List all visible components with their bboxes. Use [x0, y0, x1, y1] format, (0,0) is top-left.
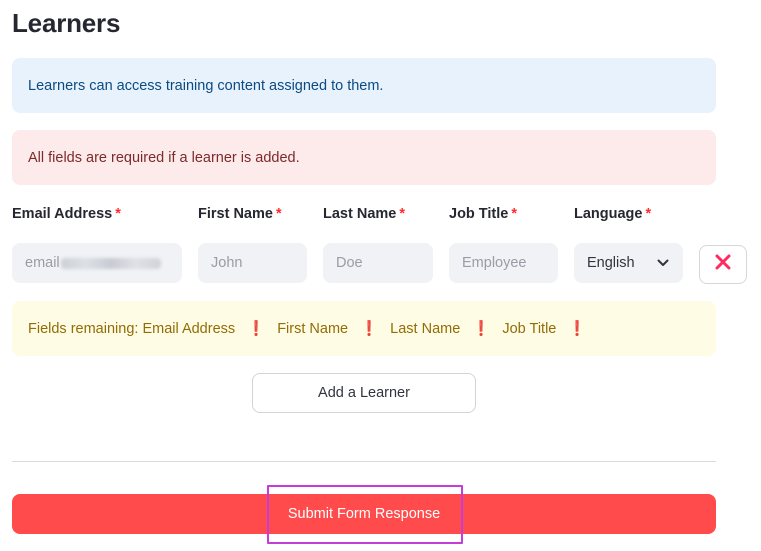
- remaining-field: First Name ❗: [277, 320, 379, 338]
- error-alert: All fields are required if a learner is …: [12, 130, 716, 185]
- first-name-field[interactable]: [198, 243, 307, 283]
- required-marker: *: [399, 206, 405, 222]
- email-column-label: Email Address *: [12, 206, 121, 222]
- exclamation-icon: ❗: [472, 321, 491, 337]
- remaining-field: Job Title ❗: [502, 320, 587, 338]
- first-name-column-label: First Name *: [198, 206, 282, 222]
- exclamation-icon: ❗: [247, 321, 266, 337]
- required-marker: *: [115, 206, 121, 222]
- exclamation-icon: ❗: [568, 321, 587, 337]
- remaining-field: Email Address ❗: [142, 320, 266, 338]
- page-title: Learners: [12, 8, 121, 38]
- job-title-field[interactable]: [449, 243, 558, 283]
- last-name-field[interactable]: [323, 243, 433, 283]
- info-alert-text: Learners can access training content ass…: [28, 77, 384, 94]
- chevron-down-icon: [657, 259, 669, 267]
- remove-learner-button[interactable]: [699, 245, 747, 284]
- exclamation-icon: ❗: [360, 321, 379, 337]
- error-alert-text: All fields are required if a learner is …: [28, 149, 300, 166]
- warning-alert: Fields remaining: Email Address ❗ First Na…: [12, 301, 716, 356]
- warning-prefix: Fields remaining:: [28, 320, 139, 337]
- language-select-value: English: [587, 255, 635, 271]
- email-field[interactable]: email: [12, 243, 182, 283]
- language-column-label: Language *: [574, 206, 652, 222]
- close-icon: [715, 254, 731, 275]
- last-name-column-label: Last Name *: [323, 206, 405, 222]
- required-marker: *: [645, 206, 652, 222]
- job-title-column-label: Job Title *: [449, 206, 518, 222]
- redacted-email-blur: [60, 257, 161, 269]
- submit-form-button[interactable]: Submit Form Response: [12, 494, 716, 534]
- language-select[interactable]: English: [574, 243, 683, 283]
- required-marker: *: [511, 206, 518, 222]
- email-field-value: email: [25, 255, 60, 271]
- divider: [12, 461, 716, 462]
- remaining-field: Last Name ❗: [390, 320, 491, 338]
- info-alert: Learners can access training content ass…: [12, 58, 716, 113]
- required-marker: *: [275, 206, 282, 222]
- add-learner-button[interactable]: Add a Learner: [252, 373, 476, 413]
